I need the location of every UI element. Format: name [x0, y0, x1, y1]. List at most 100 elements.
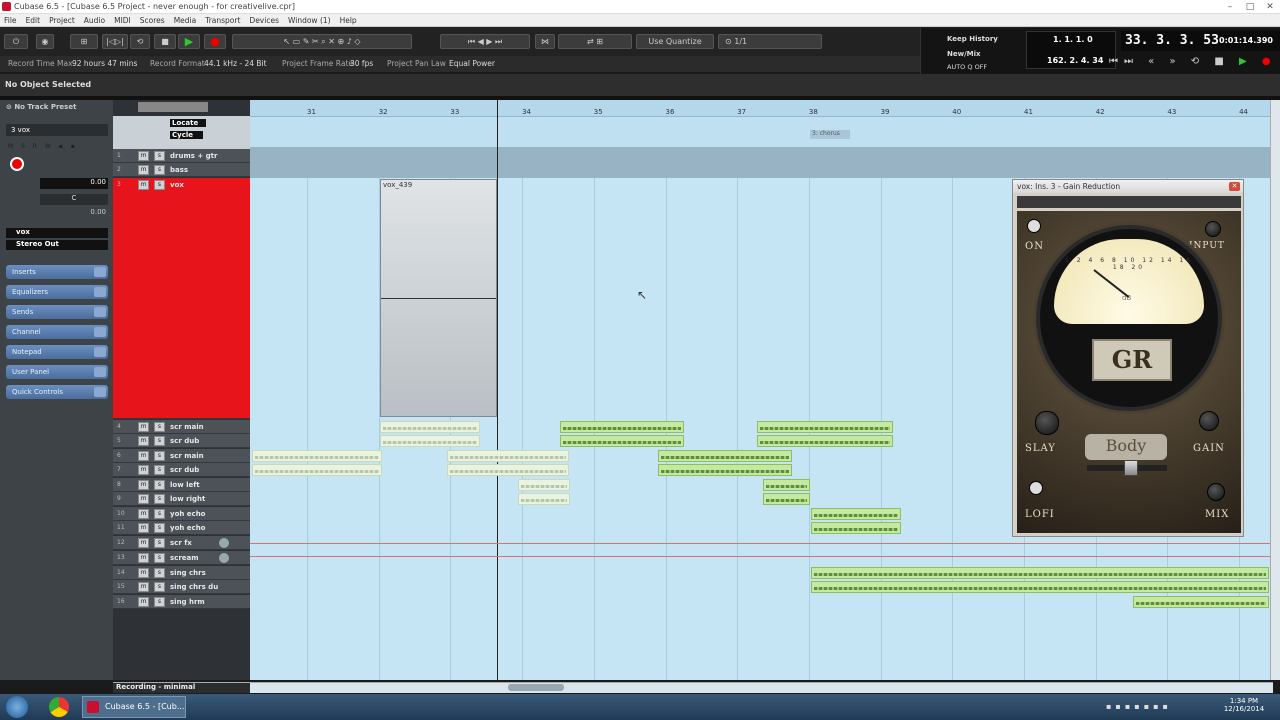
quantize-preset[interactable]: ⊙ 1/1: [718, 34, 822, 49]
solo-button[interactable]: s: [154, 494, 165, 504]
audio-event[interactable]: [763, 493, 810, 505]
track-row[interactable]: 11 m s yoh echo: [113, 521, 250, 535]
delay-value[interactable]: 0.00: [40, 208, 108, 219]
new-mix-label[interactable]: New/Mix: [947, 50, 981, 58]
chorus-marker[interactable]: 3: chorus: [810, 130, 850, 139]
track-name[interactable]: yoh echo: [170, 521, 205, 535]
audio-event[interactable]: [658, 464, 792, 476]
track-name[interactable]: scr dub: [170, 434, 199, 448]
frame-rate-value[interactable]: 30 fps: [350, 56, 373, 72]
user-panel-section[interactable]: User Panel: [6, 365, 108, 379]
project-cursor[interactable]: [497, 100, 498, 680]
equalizers-section[interactable]: Equalizers: [6, 285, 108, 299]
track-name[interactable]: sing chrs du: [170, 580, 218, 594]
position-bars[interactable]: 33. 3. 3. 53: [1125, 33, 1219, 48]
menu-project[interactable]: Project: [49, 16, 75, 25]
audio-event[interactable]: [252, 450, 382, 462]
menu-midi[interactable]: MIDI: [114, 16, 131, 25]
audio-event[interactable]: [380, 435, 480, 447]
menu-window[interactable]: Window (1): [288, 16, 331, 25]
solo-button[interactable]: s: [154, 582, 165, 592]
audio-event[interactable]: [447, 464, 569, 476]
pan-value[interactable]: C: [40, 194, 108, 205]
snap-controls[interactable]: ⏮ ◀ ▶ ⏭: [440, 34, 530, 49]
ruler-bar-number[interactable]: 32: [379, 108, 388, 116]
track-name[interactable]: scr fx: [170, 536, 192, 550]
channel-section[interactable]: Channel: [6, 325, 108, 339]
solo-button[interactable]: s: [154, 436, 165, 446]
ruler-bar-number[interactable]: 37: [737, 108, 746, 116]
audio-event[interactable]: [811, 567, 1269, 579]
taskbar-cubase-button[interactable]: Cubase 6.5 - [Cub...: [82, 696, 186, 718]
notepad-section[interactable]: Notepad: [6, 345, 108, 359]
audio-event[interactable]: [1133, 596, 1269, 608]
track-row[interactable]: 15 m s sing chrs du: [113, 580, 250, 594]
solo-button[interactable]: s: [154, 480, 165, 490]
snap-button[interactable]: ⋈: [535, 34, 555, 49]
menu-scores[interactable]: Scores: [140, 16, 165, 25]
track-name[interactable]: sing hrm: [170, 595, 205, 609]
project-activate-button[interactable]: ⏻: [4, 34, 28, 49]
sends-section[interactable]: Sends: [6, 305, 108, 319]
close-icon[interactable]: ✕: [1260, 0, 1280, 14]
track-name[interactable]: vox: [170, 178, 184, 192]
track-row[interactable]: 1 m s drums + gtr: [113, 149, 250, 163]
mute-button[interactable]: m: [138, 494, 149, 504]
plugin-control-bar[interactable]: [1017, 196, 1241, 208]
start-button-icon[interactable]: [6, 696, 28, 718]
solo-button[interactable]: s: [154, 422, 165, 432]
audio-event[interactable]: [560, 435, 684, 447]
track-name[interactable]: scr dub: [170, 463, 199, 477]
ruler-bar-number[interactable]: 40: [952, 108, 961, 116]
solo-button[interactable]: s: [154, 538, 165, 548]
stop-button[interactable]: ■: [154, 34, 176, 49]
audio-event[interactable]: [811, 581, 1269, 593]
track-row[interactable]: 3 m s vox: [113, 178, 250, 419]
maximize-icon[interactable]: □: [1240, 0, 1260, 14]
input-knob[interactable]: [1205, 221, 1221, 237]
track-preset[interactable]: ⊙ No Track Preset: [6, 103, 76, 111]
audio-event[interactable]: [658, 450, 792, 462]
clock[interactable]: 1:34 PM 12/16/2014: [1222, 697, 1266, 713]
track-name[interactable]: bass: [170, 163, 188, 177]
audio-event[interactable]: [518, 479, 570, 491]
output-routing[interactable]: Stereo Out: [6, 240, 108, 250]
track-list-toolbar[interactable]: [138, 102, 208, 112]
track-name[interactable]: low right: [170, 492, 205, 506]
solo-button[interactable]: s: [154, 165, 165, 175]
ruler-bar-number[interactable]: 36: [666, 108, 675, 116]
vertical-scrollbar[interactable]: [1270, 100, 1280, 680]
track-row[interactable]: 10 m s yoh echo: [113, 507, 250, 521]
left-locator[interactable]: 1. 1. 1. 0: [1053, 35, 1093, 44]
track-row[interactable]: 8 m s low left: [113, 478, 250, 492]
on-switch[interactable]: [1027, 219, 1041, 233]
menu-devices[interactable]: Devices: [249, 16, 279, 25]
audio-event[interactable]: [560, 421, 684, 433]
track-name[interactable]: scr main: [170, 449, 204, 463]
grid-type[interactable]: ⇄ ⊞: [558, 34, 632, 49]
track-row[interactable]: 4 m s scr main: [113, 420, 250, 434]
ruler-bar-number[interactable]: 41: [1024, 108, 1033, 116]
system-tray-icons[interactable]: ▪▪▪▪▪▪▪: [1106, 702, 1202, 712]
solo-button[interactable]: s: [154, 451, 165, 461]
timeline-ruler[interactable]: [250, 100, 1270, 117]
slay-knob[interactable]: [1035, 411, 1059, 435]
mix-knob[interactable]: [1207, 483, 1225, 501]
menu-media[interactable]: Media: [174, 16, 197, 25]
vox-audio-event[interactable]: vox_439: [380, 179, 497, 417]
plugin-close-icon[interactable]: ✕: [1229, 182, 1240, 191]
menu-transport[interactable]: Transport: [205, 16, 240, 25]
record-button[interactable]: ●: [204, 34, 226, 49]
audio-event[interactable]: [447, 450, 569, 462]
solo-button[interactable]: s: [154, 553, 165, 563]
plugin-title[interactable]: vox: Ins. 3 - Gain Reduction: [1013, 180, 1243, 193]
workspace-select[interactable]: Recording - minimal: [113, 683, 250, 693]
locator-prev-button[interactable]: |◁▷|: [102, 34, 128, 49]
menu-help[interactable]: Help: [340, 16, 357, 25]
ruler-bar-number[interactable]: 33: [450, 108, 459, 116]
track-name[interactable]: low left: [170, 478, 200, 492]
transport-buttons[interactable]: ⏮⏭ « » ⟲ ■ ▶ ●: [1109, 56, 1279, 72]
track-row[interactable]: 5 m s scr dub: [113, 434, 250, 448]
input-routing[interactable]: vox: [6, 228, 108, 238]
audio-event[interactable]: [380, 421, 480, 433]
